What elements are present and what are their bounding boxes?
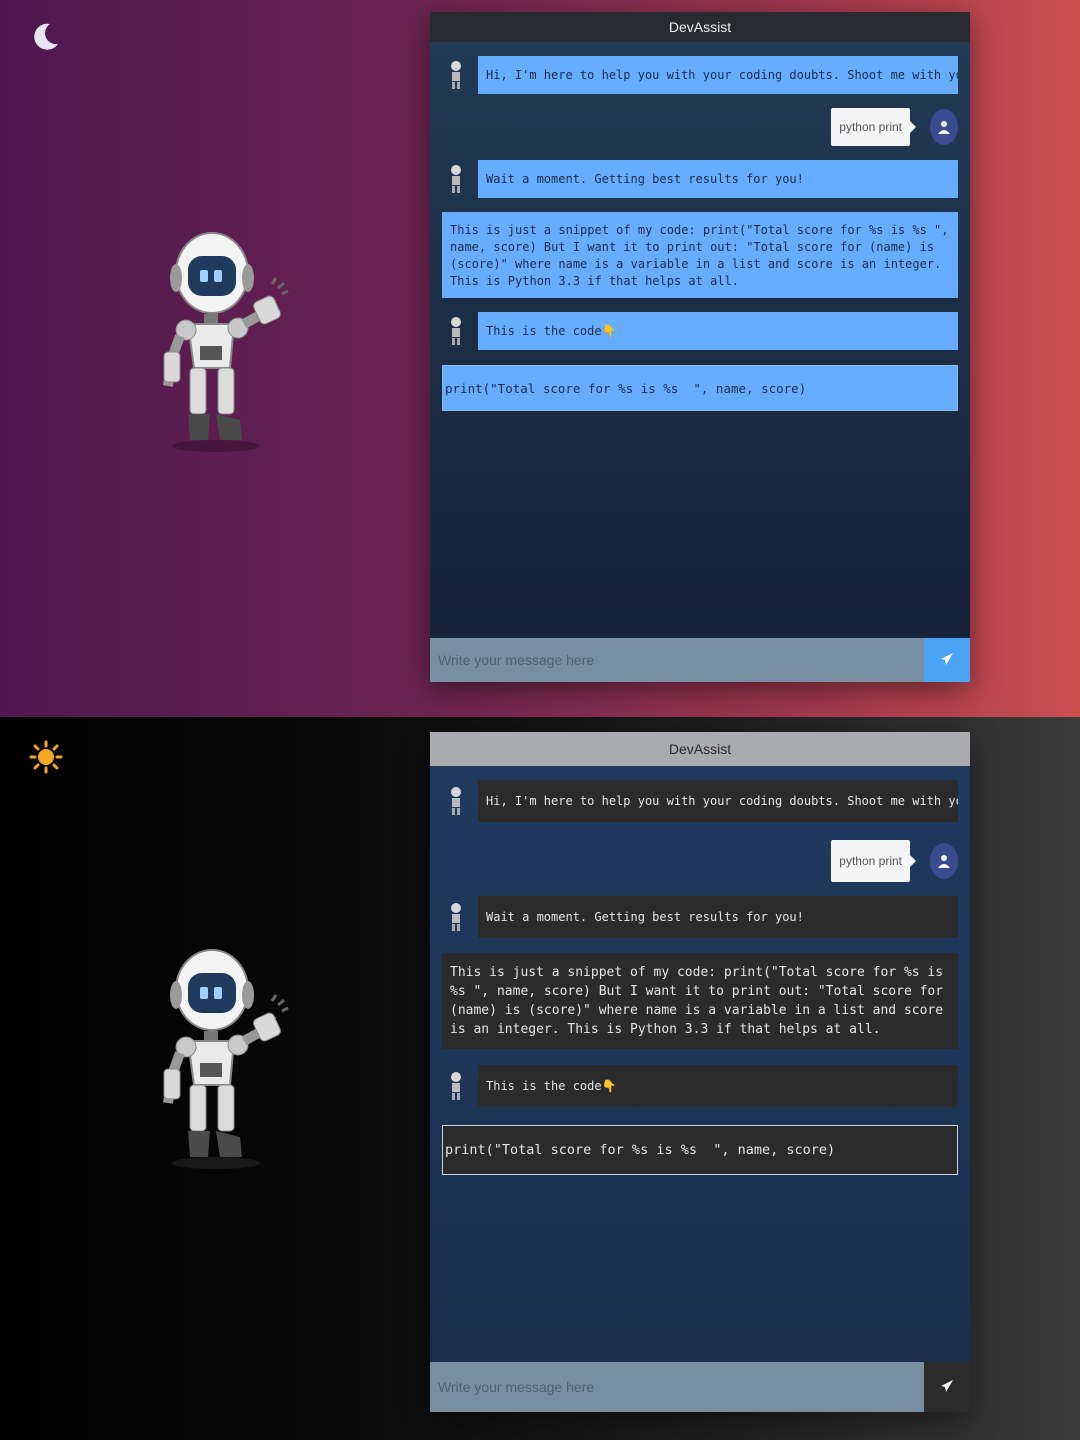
- chat-title: DevAssist: [430, 732, 970, 766]
- bot-bubble: Wait a moment. Getting best results for …: [478, 896, 958, 938]
- bot-avatar-icon: [446, 316, 466, 346]
- user-message: python print: [758, 840, 958, 882]
- dark-theme-view: DevAssist Hi, I'm here to help you with …: [0, 717, 1080, 1440]
- robot-mascot: [150, 228, 300, 458]
- message-input[interactable]: [430, 1362, 924, 1412]
- code-block[interactable]: print("Total score for %s is %s ", name,…: [442, 1125, 958, 1175]
- send-icon: [940, 1379, 954, 1396]
- bot-avatar-icon: [446, 1071, 466, 1101]
- chat-title: DevAssist: [430, 12, 970, 42]
- chat-messages[interactable]: Hi, I'm here to help you with your codin…: [430, 42, 970, 638]
- bot-message: Wait a moment. Getting best results for …: [430, 160, 970, 198]
- message-composer: [430, 638, 970, 682]
- robot-mascot: [150, 945, 300, 1175]
- bot-message: Hi, I'm here to help you with your codin…: [430, 56, 970, 94]
- user-bubble: python print: [831, 840, 916, 882]
- user-message: python print: [758, 108, 958, 148]
- bot-snippet-block: This is just a snippet of my code: print…: [442, 953, 958, 1049]
- user-avatar-icon: [930, 109, 958, 145]
- bot-avatar-icon: [446, 786, 466, 816]
- bot-avatar-icon: [446, 60, 466, 90]
- bot-bubble: Hi, I'm here to help you with your codin…: [478, 56, 958, 94]
- send-icon: [940, 652, 954, 669]
- bot-message: This is the code👇: [430, 312, 970, 350]
- code-block[interactable]: print("Total score for %s is %s ", name,…: [442, 365, 958, 411]
- bot-snippet-block: This is just a snippet of my code: print…: [442, 212, 958, 298]
- bot-bubble: Wait a moment. Getting best results for …: [478, 160, 958, 198]
- bot-avatar-icon: [446, 164, 466, 194]
- user-bubble: python print: [831, 108, 916, 146]
- bot-bubble: This is the code👇: [478, 1065, 958, 1107]
- chat-messages[interactable]: Hi, I'm here to help you with your codin…: [430, 766, 970, 1362]
- chat-window: DevAssist Hi, I'm here to help you with …: [430, 12, 970, 682]
- user-avatar-icon: [930, 843, 958, 879]
- bot-avatar-icon: [446, 902, 466, 932]
- moon-icon[interactable]: [28, 18, 64, 54]
- bot-bubble: Hi, I'm here to help you with your codin…: [478, 780, 958, 822]
- message-input[interactable]: [430, 638, 924, 682]
- bot-bubble: This is the code👇: [478, 312, 958, 350]
- bot-message: This is the code👇: [430, 1065, 970, 1107]
- send-button[interactable]: [924, 638, 970, 682]
- light-theme-view: DevAssist Hi, I'm here to help you with …: [0, 0, 1080, 717]
- chat-window: DevAssist Hi, I'm here to help you with …: [430, 732, 970, 1412]
- bot-message: Hi, I'm here to help you with your codin…: [430, 780, 970, 822]
- bot-message: Wait a moment. Getting best results for …: [430, 896, 970, 938]
- message-composer: [430, 1362, 970, 1412]
- send-button[interactable]: [924, 1362, 970, 1412]
- sun-icon[interactable]: [28, 739, 64, 775]
